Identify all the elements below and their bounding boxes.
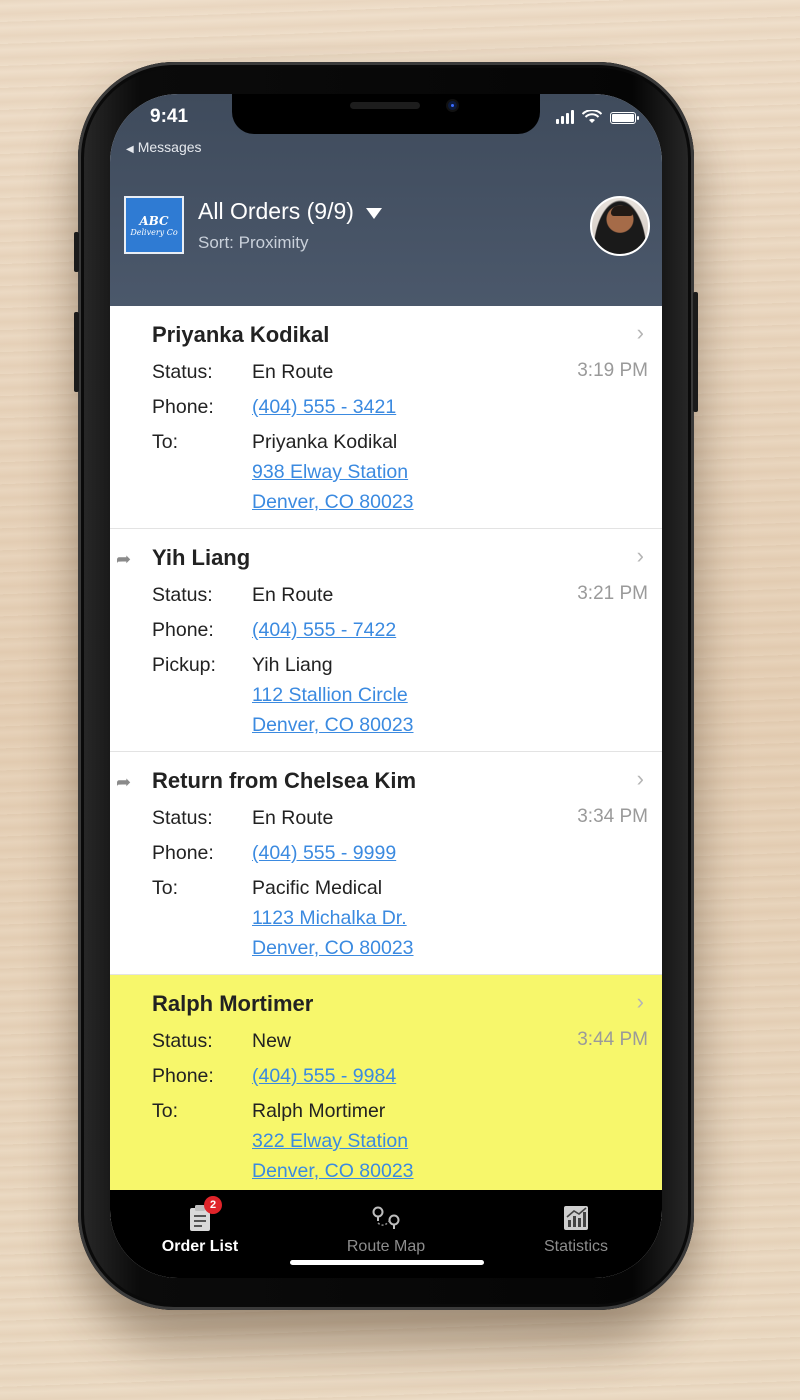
order-list: Priyanka Kodikal › Status: En Route 3:19… — [110, 306, 662, 1220]
status-row: Status: — [152, 584, 252, 607]
notch — [232, 94, 540, 134]
statistics-icon — [564, 1206, 588, 1230]
destination-label: To: — [152, 877, 179, 899]
tab-order-list[interactable]: 2 Order List — [140, 1196, 260, 1256]
volume-up-button — [74, 232, 79, 272]
company-logo: ABC Delivery Co — [124, 196, 184, 254]
destination-row: To: — [152, 1100, 252, 1123]
chevron-right-icon: › — [636, 543, 644, 568]
phone-label: Phone: — [152, 619, 214, 641]
chevron-right-icon: › — [636, 989, 644, 1014]
phone-label: Phone: — [152, 396, 214, 418]
home-indicator[interactable] — [290, 1260, 484, 1265]
phone-link[interactable]: (404) 555 - 9984 — [252, 1065, 396, 1088]
phone-label: Phone: — [152, 842, 214, 864]
speaker — [350, 102, 420, 109]
back-to-messages-link[interactable]: ◀ Messages — [126, 139, 202, 155]
status-value: En Route — [252, 361, 334, 383]
status-row: Status: — [152, 807, 252, 830]
side-button — [693, 292, 698, 412]
route-pins-icon — [372, 1206, 400, 1229]
order-card[interactable]: Priyanka Kodikal › Status: En Route 3:19… — [110, 306, 662, 529]
page-title: All Orders (9/9) — [198, 198, 354, 224]
order-filter-dropdown[interactable]: All Orders (9/9) Sort: Proximity — [198, 198, 382, 253]
address-line2-link[interactable]: Denver, CO 80023 — [252, 714, 414, 737]
address-line1-link[interactable]: 112 Stallion Circle — [252, 684, 408, 707]
address-line1-link[interactable]: 938 Elway Station — [252, 461, 408, 484]
front-camera — [448, 101, 457, 110]
tab-label: Route Map — [346, 1238, 426, 1255]
order-name: Priyanka Kodikal — [152, 322, 330, 347]
status-label: Status: — [152, 584, 213, 606]
status-value: En Route — [252, 807, 334, 829]
user-avatar[interactable] — [590, 196, 650, 256]
volume-down-button — [74, 312, 79, 392]
destination-label: To: — [152, 1100, 179, 1122]
address-line1-link[interactable]: 322 Elway Station — [252, 1130, 408, 1153]
tab-label: Order List — [161, 1238, 239, 1255]
address-line1-link[interactable]: 1123 Michalka Dr. — [252, 907, 407, 930]
address-line2-link[interactable]: Denver, CO 80023 — [252, 1160, 414, 1183]
status-label: Status: — [152, 361, 213, 383]
order-card[interactable]: ➦ Yih Liang › Status: En Route 3:21 PM P… — [110, 529, 662, 752]
order-time: 3:19 PM — [577, 360, 648, 381]
status-label: Status: — [152, 1030, 213, 1052]
destination-name: Priyanka Kodikal — [252, 431, 398, 453]
destination-name: Yih Liang — [252, 654, 333, 676]
phone-row: Phone: — [152, 842, 252, 865]
status-label: Status: — [152, 807, 213, 829]
status-time: 9:41 — [150, 106, 189, 127]
order-name: Yih Liang — [152, 545, 251, 570]
status-row: Status: — [152, 1030, 252, 1053]
order-time: 3:34 PM — [577, 806, 648, 827]
tab-route-map[interactable]: Route Map — [326, 1202, 446, 1256]
status-icons — [556, 110, 639, 124]
status-value: New — [252, 1030, 292, 1052]
phone-row: Phone: — [152, 1065, 252, 1088]
phone-frame: 9:41 ◀ Messages ABC Delivery Co All Orde… — [74, 62, 698, 1310]
order-time: 3:21 PM — [577, 583, 648, 604]
cellular-signal-icon — [556, 110, 574, 124]
phone-link[interactable]: (404) 555 - 9999 — [252, 842, 396, 865]
phone-link[interactable]: (404) 555 - 7422 — [252, 619, 396, 642]
dropdown-caret-icon — [365, 207, 382, 219]
logo-text-primary: ABC — [139, 213, 169, 228]
phone-row: Phone: — [152, 396, 252, 419]
order-card[interactable]: ➦ Return from Chelsea Kim › Status: En R… — [110, 752, 662, 975]
return-arrow-icon: ➦ — [116, 772, 132, 792]
battery-icon — [610, 112, 639, 124]
tab-label: Statistics — [543, 1238, 608, 1255]
destination-row: To: — [152, 431, 252, 454]
destination-label: Pickup: — [152, 654, 216, 676]
status-row: Status: — [152, 361, 252, 384]
address-line2-link[interactable]: Denver, CO 80023 — [252, 937, 414, 960]
notification-badge: 2 — [204, 1196, 222, 1214]
sort-label: Sort: Proximity — [198, 233, 309, 252]
order-name: Ralph Mortimer — [152, 991, 314, 1016]
wifi-icon — [582, 110, 602, 123]
return-arrow-icon: ➦ — [116, 549, 132, 569]
status-value: En Route — [252, 584, 334, 606]
destination-row: To: — [152, 877, 252, 900]
destination-row: Pickup: — [152, 654, 252, 677]
order-time: 3:44 PM — [577, 1029, 648, 1050]
chevron-right-icon: › — [636, 766, 644, 791]
destination-label: To: — [152, 431, 179, 453]
destination-name: Ralph Mortimer — [252, 1100, 386, 1122]
address-line2-link[interactable]: Denver, CO 80023 — [252, 491, 414, 514]
phone-link[interactable]: (404) 555 - 3421 — [252, 396, 396, 419]
logo-text-secondary: Delivery Co — [130, 227, 178, 237]
chevron-right-icon: › — [636, 320, 644, 345]
back-label: Messages — [137, 139, 202, 155]
destination-name: Pacific Medical — [252, 877, 383, 899]
phone-row: Phone: — [152, 619, 252, 642]
screen: 9:41 ◀ Messages ABC Delivery Co All Orde… — [110, 94, 662, 1278]
order-name: Return from Chelsea Kim — [152, 768, 417, 793]
tab-bar: 2 Order List Route Map Statistics — [110, 1190, 662, 1278]
tab-statistics[interactable]: Statistics — [516, 1202, 636, 1256]
back-triangle-icon: ◀ — [126, 144, 134, 155]
phone-label: Phone: — [152, 1065, 214, 1087]
order-card-new[interactable]: Ralph Mortimer › Status: New 3:44 PM Pho… — [110, 975, 662, 1198]
